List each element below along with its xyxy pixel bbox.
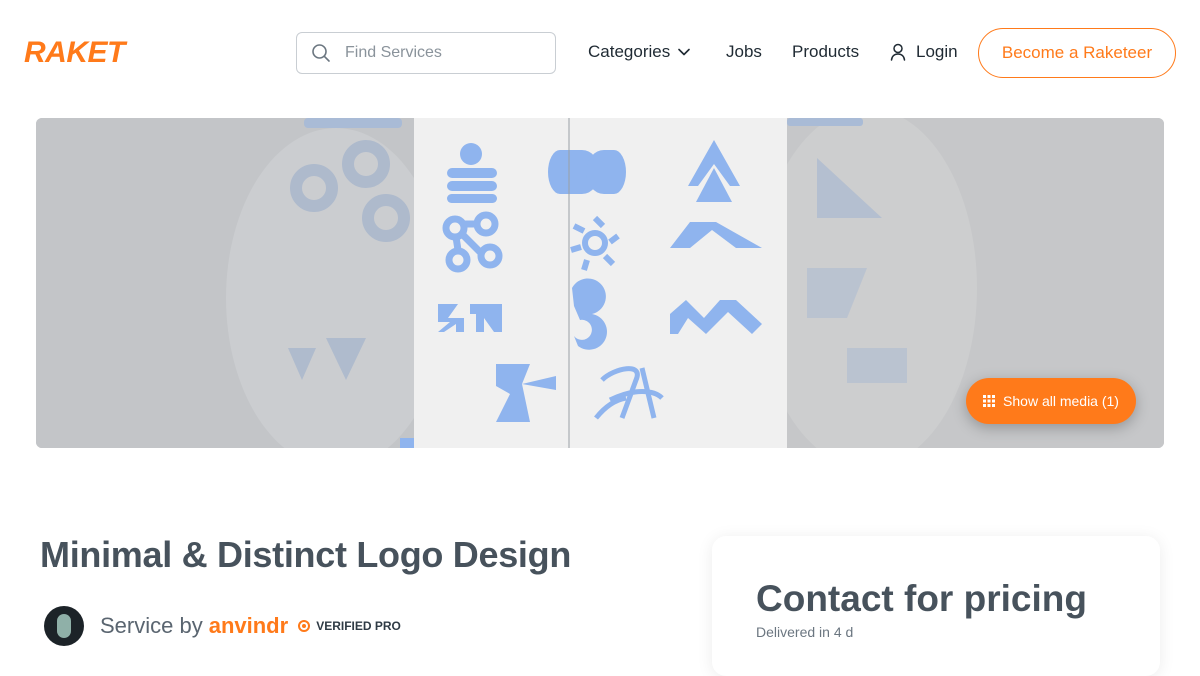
nav-products[interactable]: Products xyxy=(792,42,859,62)
service-by-label: Service by xyxy=(100,613,203,638)
show-all-media-button[interactable]: Show all media (1) xyxy=(966,378,1136,424)
search-bar[interactable] xyxy=(296,32,556,74)
nav-jobs[interactable]: Jobs xyxy=(726,42,762,62)
raket-logo[interactable]: RAKET xyxy=(24,36,125,70)
user-icon xyxy=(890,43,906,61)
show-all-media-label: Show all media (1) xyxy=(1003,393,1119,409)
nav-categories[interactable]: Categories xyxy=(588,42,691,62)
grid-icon xyxy=(983,395,996,407)
delivery-time: Delivered in 4 d xyxy=(756,624,854,640)
service-title: Minimal & Distinct Logo Design xyxy=(40,534,572,575)
logo-collection-graphic xyxy=(438,118,762,448)
site-header: RAKET Categories Jobs Products Login Bec… xyxy=(0,0,1200,104)
chevron-down-icon xyxy=(678,48,691,56)
service-media-gallery[interactable]: Show all media (1) xyxy=(36,118,1164,448)
nav-login[interactable]: Login xyxy=(890,42,958,62)
search-input[interactable] xyxy=(345,44,525,62)
media-blurred-backdrop-left xyxy=(36,118,414,448)
become-raketeer-button[interactable]: Become a Raketeer xyxy=(978,28,1176,78)
verified-pro-badge: VERIFIED PRO xyxy=(298,619,401,633)
pricing-title: Contact for pricing xyxy=(756,578,1087,619)
seller-avatar[interactable] xyxy=(44,606,84,646)
nav-login-label: Login xyxy=(916,42,958,61)
verified-badge-icon xyxy=(298,620,311,632)
nav-categories-label: Categories xyxy=(588,42,671,61)
seller-name-link[interactable]: anvindr xyxy=(209,613,288,639)
verified-pro-label: VERIFIED PRO xyxy=(316,619,401,633)
search-icon xyxy=(312,44,330,62)
logo-portfolio-image[interactable] xyxy=(414,118,787,448)
pricing-card: Contact for pricing Delivered in 4 d xyxy=(712,536,1160,676)
seller-info: Service by anvindr VERIFIED PRO xyxy=(44,606,401,646)
